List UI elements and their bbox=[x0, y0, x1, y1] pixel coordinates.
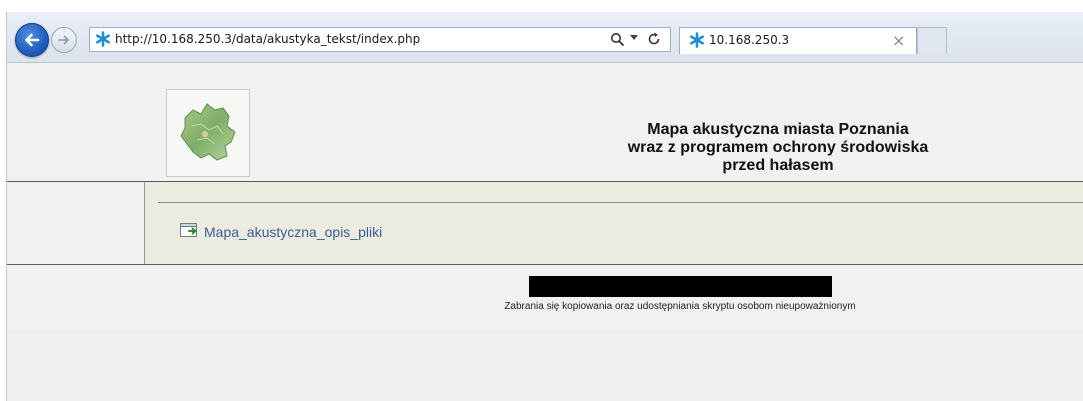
asterisk-favicon-icon bbox=[95, 31, 111, 52]
file-link[interactable]: Mapa_akustyczna_opis_pliki bbox=[180, 222, 382, 241]
arrow-right-icon bbox=[58, 35, 69, 45]
title-line-1: Mapa akustyczna miasta Poznania bbox=[647, 121, 909, 138]
asterisk-favicon-icon bbox=[689, 32, 705, 53]
refresh-icon[interactable] bbox=[646, 31, 662, 52]
tab-title: 10.168.250.3 bbox=[709, 33, 790, 47]
file-link-label[interactable]: Mapa_akustyczna_opis_pliki bbox=[204, 224, 382, 240]
title-line-2: wraz z programem ochrony środowiska bbox=[627, 139, 929, 156]
tab-active[interactable]: 10.168.250.3 × bbox=[679, 27, 917, 54]
chevron-down-icon[interactable] bbox=[630, 35, 638, 40]
shortcut-file-icon bbox=[180, 222, 200, 241]
browser-toolbar: http://10.168.250.3/data/akustyka_tekst/… bbox=[7, 12, 1083, 63]
back-button[interactable] bbox=[15, 23, 49, 57]
redacted-block bbox=[529, 276, 832, 297]
page-header: Mapa akustyczna miasta Poznania wraz z p… bbox=[7, 63, 1083, 182]
search-icon[interactable] bbox=[610, 32, 625, 52]
footer-notice: Zabrania się kopiowania oraz udostępnian… bbox=[504, 301, 856, 312]
title-line-3: przed hałasem bbox=[722, 157, 834, 174]
page-footer: Zabrania się kopiowania oraz udostępnian… bbox=[7, 264, 1083, 331]
close-icon[interactable]: × bbox=[892, 31, 905, 50]
forward-button[interactable] bbox=[51, 27, 77, 53]
left-sidebar-cell bbox=[7, 182, 145, 264]
main-content: Mapa_akustyczna_opis_pliki bbox=[145, 182, 1083, 264]
content-divider bbox=[158, 202, 1083, 203]
url-text[interactable]: http://10.168.250.3/data/akustyka_tekst/… bbox=[115, 32, 420, 46]
arrow-left-icon bbox=[25, 33, 40, 47]
page-content: Mapa akustyczna miasta Poznania wraz z p… bbox=[7, 63, 1083, 401]
new-tab-button[interactable] bbox=[917, 27, 947, 54]
poznan-city-map-icon bbox=[166, 89, 250, 177]
page-bottom bbox=[7, 330, 1083, 401]
browser-window: http://10.168.250.3/data/akustyka_tekst/… bbox=[6, 12, 1083, 401]
address-bar[interactable]: http://10.168.250.3/data/akustyka_tekst/… bbox=[89, 27, 671, 52]
page-title: Mapa akustyczna miasta Poznania wraz z p… bbox=[567, 121, 989, 175]
